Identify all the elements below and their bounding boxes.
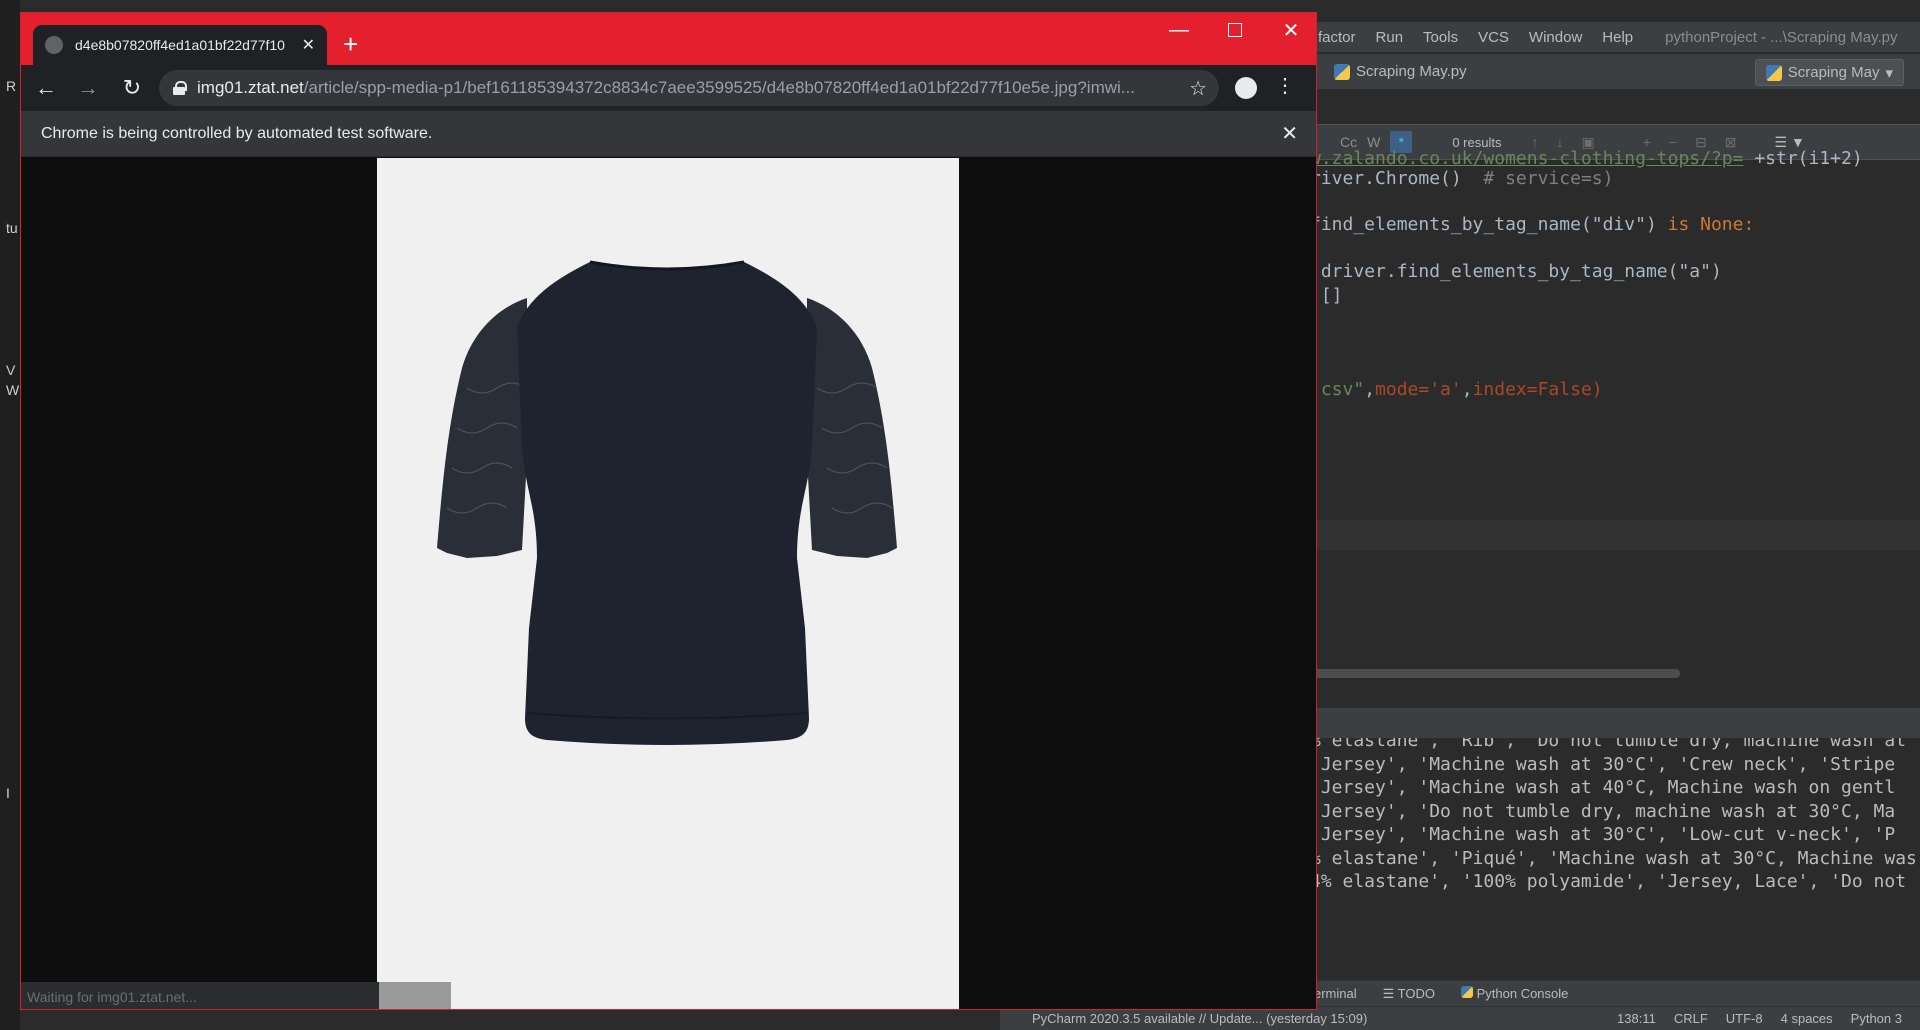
loading-status-text: Waiting for img01.ztat.net...	[27, 988, 197, 1005]
ide-navbar: Scraping May.py Scraping May ▾	[1310, 54, 1920, 90]
minimize-button[interactable]: —	[1151, 13, 1207, 47]
console-line: % elastane', 'Rib', 'Do not tumble dry, …	[1310, 738, 1907, 751]
console-line: 'Jersey', 'Machine wash at 30°C', 'Low-c…	[1310, 824, 1896, 845]
url-path: /article/spp-media-p1/bef161185394372c88…	[303, 78, 1135, 97]
tab-title: d4e8b07820ff4ed1a01bf22d77f10	[75, 37, 285, 53]
editor-horizontal-scrollbar[interactable]	[1310, 666, 1920, 680]
code-editor[interactable]: w.zalando.co.uk/womens-clothing-tops/?p=…	[1310, 148, 1920, 680]
line-separator[interactable]: CRLF	[1674, 1011, 1708, 1026]
ide-project-title: pythonProject - ...\Scraping May.py	[1665, 28, 1898, 46]
console-line: 'Jersey', 'Machine wash at 40°C, Machine…	[1310, 777, 1896, 798]
console-line: 'Jersey', 'Machine wash at 30°C', 'Crew …	[1310, 754, 1896, 775]
page-viewport[interactable]: Waiting for img01.ztat.net...	[21, 158, 1316, 1009]
sliver-text: I	[6, 785, 10, 801]
sliver-text: V	[6, 362, 16, 378]
python-config-icon	[1765, 64, 1782, 81]
console-line: 4% elastane', '100% polyamide', 'Jersey,…	[1310, 871, 1907, 892]
python-console-tab[interactable]: Python Console	[1460, 986, 1568, 1001]
menu-run[interactable]: Run	[1376, 29, 1404, 46]
status-bubble-overlap	[379, 982, 451, 1009]
interpreter-label[interactable]: Python 3	[1851, 1011, 1902, 1026]
bookmark-star-icon[interactable]: ☆	[1189, 76, 1207, 101]
maximize-icon	[1228, 23, 1242, 37]
sliver-text: W	[6, 382, 20, 398]
product-image	[377, 158, 959, 1009]
browser-tab[interactable]: d4e8b07820ff4ed1a01bf22d77f10 ✕	[33, 25, 327, 65]
tool-window-bar: erminal ☰ TODO Python Console	[1310, 980, 1920, 1006]
todo-tab[interactable]: ☰ TODO	[1383, 986, 1435, 1002]
terminal-tab[interactable]: erminal	[1314, 986, 1357, 1001]
chevron-down-icon: ▾	[1885, 64, 1893, 82]
code-line: w.zalando.co.uk/womens-clothing-tops/?p=…	[1310, 148, 1863, 169]
menu-help[interactable]: Help	[1602, 29, 1633, 46]
menu-window[interactable]: Window	[1529, 29, 1582, 46]
code-line: .csv",mode='a',index=False)	[1310, 379, 1603, 400]
code-line: driver.find_elements_by_tag_name("a")	[1320, 261, 1722, 282]
python-file-icon	[1334, 63, 1350, 80]
ide-menubar: factor Run Tools VCS Window Help pythonP…	[1310, 22, 1920, 52]
update-notification[interactable]: PyCharm 2020.3.5 available // Update... …	[1032, 1011, 1617, 1026]
browser-toolbar: ← → ↻ img01.ztat.net /article/spp-media-…	[21, 65, 1316, 111]
infobar-close-icon[interactable]: ✕	[1281, 121, 1298, 146]
code-line: river.Chrome() # service=s)	[1310, 168, 1614, 189]
lock-icon[interactable]	[173, 81, 187, 95]
indent-setting[interactable]: 4 spaces	[1781, 1011, 1833, 1026]
run-console[interactable]: % elastane', 'Rib', 'Do not tumble dry, …	[1310, 738, 1920, 958]
nav-file-item[interactable]: Scraping May.py	[1334, 63, 1467, 80]
chrome-window: d4e8b07820ff4ed1a01bf22d77f10 ✕ + — ✕ ← …	[20, 12, 1317, 1010]
new-tab-button[interactable]: +	[343, 29, 358, 59]
menu-tools[interactable]: Tools	[1423, 29, 1458, 46]
sliver-text: R	[6, 78, 17, 94]
forward-button[interactable]: →	[73, 73, 103, 103]
console-line: % elastane', 'Piqué', 'Machine wash at 3…	[1310, 848, 1917, 869]
chrome-titlebar[interactable]: d4e8b07820ff4ed1a01bf22d77f10 ✕ + — ✕	[21, 13, 1316, 65]
scrollbar-thumb[interactable]	[1310, 669, 1680, 678]
list-icon: ☰	[1382, 985, 1398, 1001]
background-window-sliver: R tu V W I	[0, 0, 20, 1030]
url-host: img01.ztat.net	[197, 78, 304, 97]
code-line: find_elements_by_tag_name("div") is None…	[1310, 214, 1755, 235]
python-icon	[1460, 986, 1473, 998]
infobar-message: Chrome is being controlled by automated …	[41, 124, 433, 142]
back-button[interactable]: ←	[31, 73, 61, 103]
reload-button[interactable]: ↻	[117, 73, 147, 103]
menu-refactor[interactable]: factor	[1318, 29, 1356, 46]
close-window-button[interactable]: ✕	[1263, 13, 1316, 47]
nav-file-label: Scraping May.py	[1356, 63, 1467, 80]
run-panel-header	[1310, 708, 1920, 738]
caret-position[interactable]: 138:11	[1617, 1011, 1656, 1026]
address-bar[interactable]: img01.ztat.net /article/spp-media-p1/bef…	[159, 70, 1219, 106]
chrome-menu-icon[interactable]: ⋮	[1275, 73, 1295, 98]
profile-avatar-icon[interactable]	[1235, 77, 1257, 99]
automation-infobar: Chrome is being controlled by automated …	[21, 111, 1316, 157]
run-config-dropdown[interactable]: Scraping May ▾	[1754, 59, 1904, 86]
navy-lace-top-illustration	[377, 158, 959, 1009]
globe-icon	[45, 36, 63, 54]
menu-vcs[interactable]: VCS	[1478, 29, 1509, 46]
file-encoding[interactable]: UTF-8	[1726, 1011, 1763, 1026]
run-config-label: Scraping May	[1787, 64, 1880, 81]
maximize-button[interactable]	[1207, 13, 1263, 47]
sliver-text: tu	[6, 220, 18, 236]
console-line: 'Jersey', 'Do not tumble dry, machine wa…	[1310, 801, 1896, 822]
close-tab-icon[interactable]: ✕	[302, 35, 315, 55]
loading-status-bubble: Waiting for img01.ztat.net...	[21, 982, 451, 1009]
current-line-highlight	[1310, 520, 1920, 550]
